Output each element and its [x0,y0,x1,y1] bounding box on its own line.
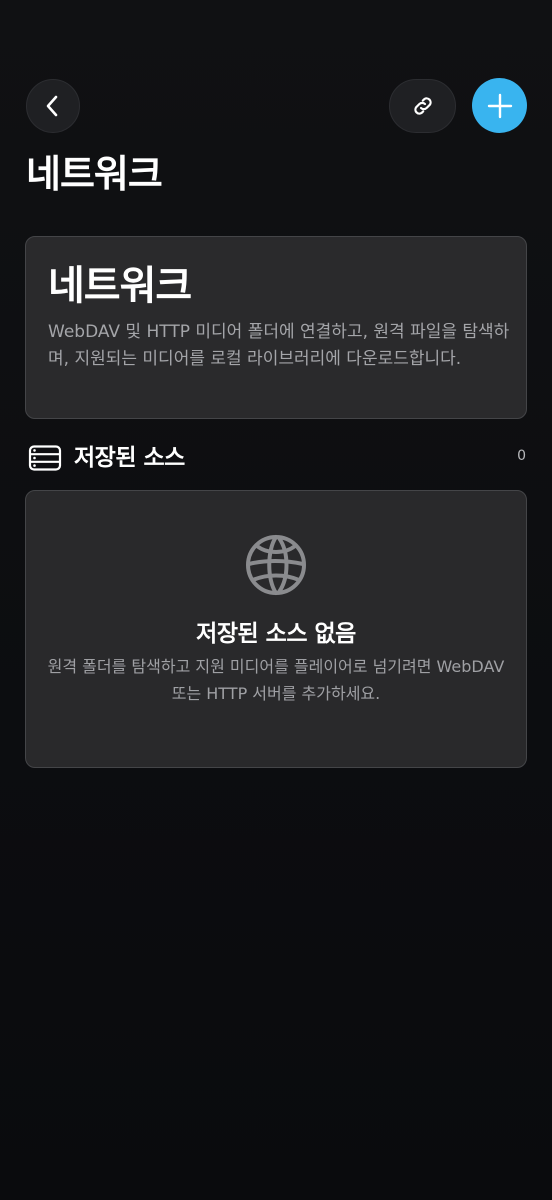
info-card-description: WebDAV 및 HTTP 미디어 폴더에 연결하고, 원격 파일을 탐색하며,… [48,322,510,369]
link-button[interactable] [389,79,456,133]
empty-state-title: 저장된 소스 없음 [196,621,356,647]
info-card-title: 네트워크 [48,263,192,309]
link-icon [413,97,432,115]
add-source-button[interactable] [472,78,527,133]
top-bar [0,0,552,140]
saved-sources-header: 저장된 소스 0 [26,440,527,476]
network-screen: 네트워크 네트워크 WebDAV 및 HTTP 미디어 폴더에 연결하고, 원격… [0,0,552,1200]
chevron-left-icon [46,95,58,117]
empty-state-card: 저장된 소스 없음 원격 폴더를 탐색하고 지원 미디어를 플레이어로 넘기려면… [25,490,527,768]
info-card: 네트워크 WebDAV 및 HTTP 미디어 폴더에 연결하고, 원격 파일을 … [25,236,527,419]
saved-sources-title: 저장된 소스 [74,445,185,471]
plus-icon [487,93,512,118]
back-button[interactable] [26,79,80,133]
globe-icon [246,535,306,595]
empty-state-description: 원격 폴더를 탐색하고 지원 미디어를 플레이어로 넘기려면 WebDAV 또는… [47,657,505,703]
server-list-icon [28,445,62,471]
saved-sources-count: 0 [517,448,526,464]
page-title: 네트워크 [26,152,163,196]
